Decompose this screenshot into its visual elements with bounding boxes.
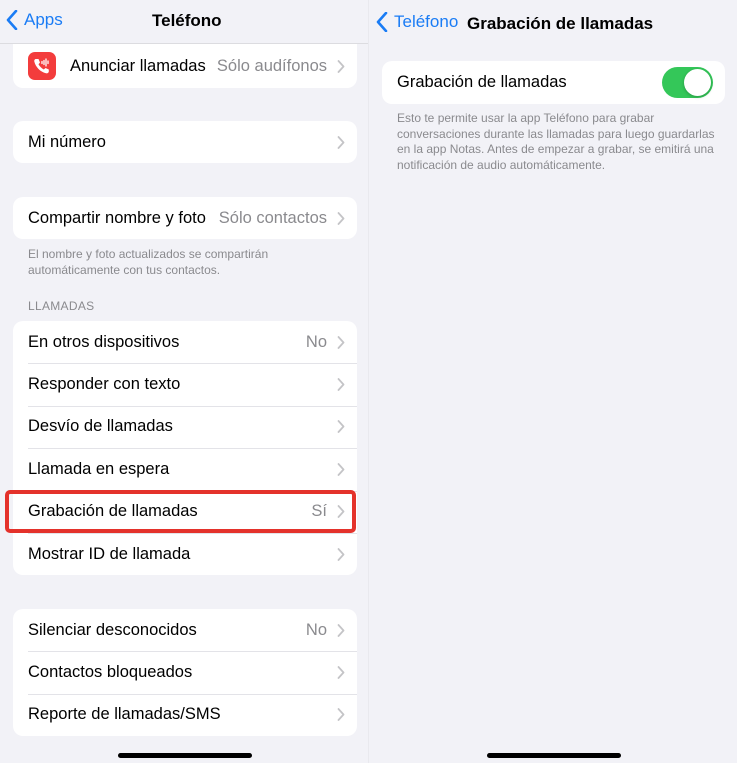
row-respond-with-text[interactable]: Responder con texto (13, 363, 357, 405)
home-indicator[interactable] (487, 753, 621, 758)
home-indicator[interactable] (118, 753, 252, 758)
calls-group: En otros dispositivos No Responder con t… (13, 321, 357, 576)
back-button-phone[interactable]: Teléfono (376, 12, 458, 32)
call-recording-screen: Teléfono Grabación de llamadas Grabación… (369, 0, 737, 763)
row-report-calls-sms[interactable]: Reporte de llamadas/SMS (13, 693, 357, 736)
row-other-devices[interactable]: En otros dispositivos No (13, 321, 357, 363)
chevron-right-icon (337, 211, 345, 225)
share-group: Compartir nombre y foto Sólo contactos (13, 197, 357, 240)
row-label: Mi número (28, 132, 106, 151)
phone-settings-screen: Apps Teléfono Anunciar llamadas Sólo aud… (0, 0, 369, 763)
my-number-group: Mi número (13, 121, 357, 164)
row-label: Grabación de llamadas (397, 73, 567, 91)
row-value: No (305, 620, 327, 639)
chevron-right-icon (337, 378, 345, 391)
row-blocked-contacts[interactable]: Contactos bloqueados (13, 651, 357, 693)
share-footnote: El nombre y foto actualizados se compart… (28, 247, 269, 277)
row-label: Contactos bloqueados (28, 663, 193, 682)
page-title: Grabación de llamadas (467, 14, 654, 33)
chevron-right-icon (337, 135, 345, 149)
row-value: No (305, 332, 327, 351)
row-label: Llamada en espera (28, 459, 170, 478)
chevron-right-icon (337, 462, 345, 476)
row-show-caller-id[interactable]: Mostrar ID de llamada (13, 532, 357, 575)
back-label: Teléfono (394, 12, 459, 31)
chevron-right-icon (337, 335, 345, 349)
nav-bar: Apps Teléfono (0, 0, 369, 44)
chevron-right-icon (337, 666, 345, 679)
row-value: Sólo contactos (218, 208, 327, 227)
chevron-right-icon (337, 420, 345, 434)
phone-waves-icon (28, 52, 56, 80)
row-share-name-photo[interactable]: Compartir nombre y foto Sólo contactos (13, 197, 357, 239)
back-label: Apps (24, 10, 63, 29)
nav-bar: Teléfono Grabación de llamadas (369, 0, 737, 44)
row-label: Desvío de llamadas (28, 417, 173, 436)
row-announce-calls[interactable]: Anunciar llamadas Sólo audífonos (13, 44, 357, 88)
row-call-recording-toggle: Grabación de llamadas (382, 61, 725, 104)
highlight-box (5, 490, 356, 533)
recording-toggle-group: Grabación de llamadas (382, 61, 725, 104)
row-call-waiting[interactable]: Llamada en espera (13, 448, 357, 490)
chevron-right-icon (337, 59, 345, 73)
row-label: Compartir nombre y foto (28, 208, 206, 227)
blocking-group: Silenciar desconocidos No Contactos bloq… (13, 609, 357, 737)
chevron-left-icon (6, 10, 18, 30)
recording-description: Esto te permite usar la app Teléfono par… (397, 111, 715, 172)
chevron-right-icon (337, 623, 345, 637)
row-my-number[interactable]: Mi número (13, 121, 357, 163)
call-recording-toggle[interactable] (662, 67, 713, 98)
section-header-calls: LLAMADAS (28, 299, 95, 313)
row-label: Anunciar llamadas (70, 56, 206, 75)
row-label: Reporte de llamadas/SMS (28, 705, 221, 724)
chevron-right-icon (337, 547, 345, 561)
row-value: Sólo audífonos (216, 56, 327, 75)
page-title: Teléfono (152, 11, 222, 30)
row-silence-unknown[interactable]: Silenciar desconocidos No (13, 609, 357, 651)
row-label: Responder con texto (28, 375, 181, 394)
row-label: Mostrar ID de llamada (28, 544, 191, 563)
row-label: Silenciar desconocidos (28, 620, 197, 639)
toggle-knob (684, 69, 711, 96)
row-call-forwarding[interactable]: Desvío de llamadas (13, 405, 357, 448)
announce-group: Anunciar llamadas Sólo audífonos (13, 44, 357, 88)
row-label: En otros dispositivos (28, 332, 180, 351)
chevron-right-icon (337, 708, 345, 722)
back-button-apps[interactable]: Apps (6, 10, 63, 30)
chevron-left-icon (376, 12, 388, 32)
